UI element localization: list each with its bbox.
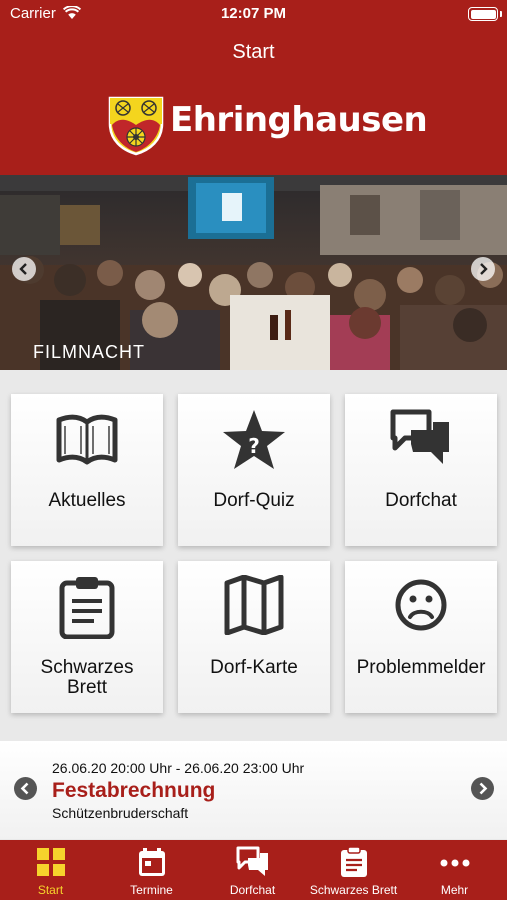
clock: 12:07 PM [220,5,287,22]
grid-icon [36,848,65,876]
banner-caption: FILMNACHT [33,342,145,362]
tab-start[interactable]: Start [0,840,101,900]
tab-label: Mehr [440,883,469,897]
chevron-left-icon [19,263,27,275]
page-title: Start [232,41,275,63]
tile-problemmelder[interactable]: Problemmelder [345,561,497,713]
app-header: Carrier 12:07 PM Start Ehringhausen [0,0,507,175]
star-question-icon: ? [223,410,285,469]
tab-termine[interactable]: Termine [101,840,202,900]
tile-dorf-quiz[interactable]: ? Dorf-Quiz [178,394,330,546]
tab-label: Termine [130,883,173,897]
tile-dorf-karte[interactable]: Dorf-Karte [178,561,330,713]
tile-dorfchat[interactable]: Dorfchat [345,394,497,546]
banner-carousel[interactable]: FILMNACHT [0,175,507,370]
tab-label: Schwarzes Brett [309,883,398,897]
book-icon [56,414,118,465]
tile-label-line-2: Brett [66,677,108,698]
svg-text:?: ? [248,434,260,458]
tile-label: Aktuelles [48,490,126,511]
tile-label: Dorf-Quiz [213,490,295,511]
chat-icon [236,846,268,876]
event-organizer: Schützenbruderschaft [52,805,189,821]
coat-of-arms-icon [108,96,164,156]
tile-aktuelles[interactable]: Aktuelles [11,394,163,546]
map-icon [224,575,284,635]
calendar-icon [138,848,165,876]
event-prev-button[interactable] [14,777,37,800]
tab-label: Start [37,883,64,897]
tab-bar: Start Termine Dorfchat Schwarzes Brett M… [0,840,507,900]
more-dots-icon [440,859,469,867]
tab-mehr[interactable]: Mehr [404,840,505,900]
clipboard-icon [59,577,115,639]
tile-label: Problemmelder [356,657,486,678]
app-logo: Ehringhausen [108,94,428,156]
tile-label: Dorfchat [385,490,457,511]
tile-label: Dorf-Karte [210,657,298,678]
tile-label-line-1: Schwarzes [40,657,134,678]
status-bar: Carrier 12:07 PM [0,0,507,28]
chevron-left-icon [20,782,29,795]
tab-schwarzes-brett[interactable]: Schwarzes Brett [303,840,404,900]
chat-bubbles-icon [390,409,449,464]
banner-next-button[interactable] [471,257,495,281]
clipboard-icon [340,846,367,877]
battery-icon [468,7,498,21]
banner-photo [0,175,507,370]
tab-dorfchat[interactable]: Dorfchat [202,840,303,900]
banner-prev-button[interactable] [12,257,36,281]
logo-text: Ehringhausen [170,100,428,140]
event-next-button[interactable] [471,777,494,800]
sad-face-icon [395,579,447,631]
chevron-right-icon [480,263,488,275]
event-time: 26.06.20 20:00 Uhr - 26.06.20 23:00 Uhr [52,760,305,776]
event-teaser[interactable]: 26.06.20 20:00 Uhr - 26.06.20 23:00 Uhr … [0,741,507,839]
tile-schwarzes-brett[interactable]: Schwarzes Brett [11,561,163,713]
event-title: Festabrechnung [52,779,216,802]
chevron-right-icon [479,782,488,795]
tab-label: Dorfchat [229,883,276,897]
